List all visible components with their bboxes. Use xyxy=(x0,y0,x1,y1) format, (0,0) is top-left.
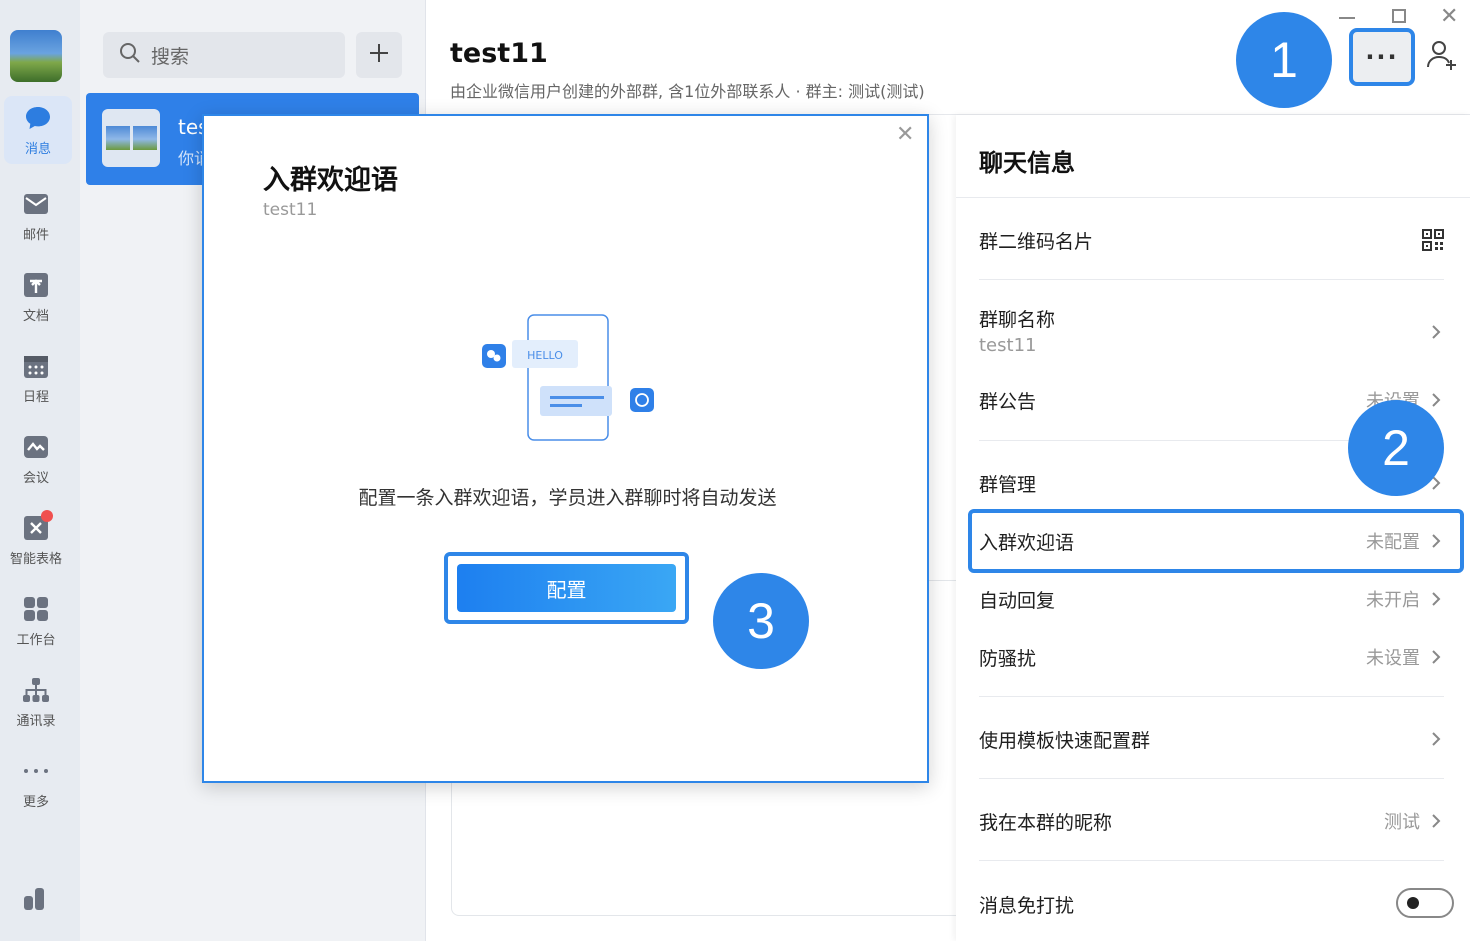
step-badge-3: 3 xyxy=(713,573,809,669)
rail-label: 消息 xyxy=(24,141,51,157)
panel-title: 聊天信息 xyxy=(979,149,1075,177)
welcome-row-highlight xyxy=(968,509,1464,573)
user-avatar[interactable] xyxy=(10,30,62,82)
rail-label: 智能表格 xyxy=(9,551,62,567)
row-label: 我在本群的昵称 xyxy=(979,811,1113,834)
chat-bubble-icon xyxy=(24,104,52,132)
calendar-icon xyxy=(22,352,50,380)
dialog-description: 配置一条入群欢迎语，学员进入群聊时将自动发送 xyxy=(358,487,777,509)
more-options-button[interactable]: ··· xyxy=(1349,28,1415,86)
step-badge-1: 1 xyxy=(1236,12,1332,108)
row-my-nickname[interactable]: 我在本群的昵称 测试 xyxy=(979,806,1444,836)
workbench-icon xyxy=(22,595,50,623)
rail-label: 更多 xyxy=(22,794,49,810)
rail-item-calendar[interactable]: 日程 xyxy=(0,342,72,414)
chevron-right-icon xyxy=(1428,323,1444,341)
divider xyxy=(979,778,1444,779)
group-name-value: test11 xyxy=(979,335,1037,356)
rail-item-docs[interactable]: 文档 xyxy=(0,261,72,333)
rail-label: 会议 xyxy=(22,470,49,486)
add-member-icon[interactable] xyxy=(1425,38,1459,72)
chevron-right-icon xyxy=(1428,648,1444,666)
maximize-icon[interactable] xyxy=(1392,9,1406,23)
plus-icon xyxy=(368,42,390,68)
bar-chart-icon[interactable] xyxy=(22,884,50,916)
row-group-name[interactable]: 群聊名称 xyxy=(979,305,1444,365)
more-dots-icon xyxy=(22,757,50,785)
row-label: 使用模板快速配置群 xyxy=(979,729,1151,752)
row-template-config[interactable]: 使用模板快速配置群 xyxy=(979,724,1444,754)
illustration-hello-text: HELLO xyxy=(527,349,563,362)
chat-title: test11 xyxy=(450,38,548,69)
row-label: 群二维码名片 xyxy=(979,230,1094,253)
rail-item-workbench[interactable]: 工作台 xyxy=(0,585,72,657)
row-anti-harassment[interactable]: 防骚扰 未设置 xyxy=(979,642,1444,672)
rail-item-messages[interactable]: 消息 xyxy=(4,96,72,164)
add-button[interactable] xyxy=(356,32,402,78)
row-value: 未设置 xyxy=(1366,648,1420,669)
chat-subtitle: 由企业微信用户创建的外部群, 含1位外部联系人 · 群主: 测试(测试) xyxy=(450,82,925,101)
welcome-illustration: HELLO xyxy=(482,314,654,441)
rail-label: 工作台 xyxy=(16,632,56,648)
mail-icon xyxy=(22,190,50,218)
chevron-right-icon xyxy=(1428,730,1444,748)
row-value: 测试 xyxy=(1384,812,1420,833)
mute-toggle[interactable] xyxy=(1396,888,1454,918)
meeting-icon xyxy=(22,433,50,461)
close-window-icon[interactable]: ✕ xyxy=(1440,6,1458,28)
search-input[interactable]: 搜索 xyxy=(103,32,345,78)
chevron-right-icon xyxy=(1428,812,1444,830)
ellipsis-icon: ··· xyxy=(1365,43,1399,71)
row-group-qr-card[interactable]: 群二维码名片 xyxy=(979,225,1444,255)
document-icon xyxy=(22,271,50,299)
rail-item-more[interactable]: 更多 xyxy=(0,747,72,819)
divider xyxy=(956,197,1470,198)
row-auto-reply[interactable]: 自动回复 未开启 xyxy=(979,584,1444,614)
rail-item-smart-table[interactable]: 智能表格 xyxy=(0,504,72,576)
notification-dot xyxy=(41,510,53,522)
contacts-icon xyxy=(22,676,50,704)
configure-button[interactable]: 配置 xyxy=(457,564,676,612)
minimize-icon[interactable] xyxy=(1339,17,1355,19)
row-label: 群聊名称 xyxy=(979,309,1056,331)
row-label: 消息免打扰 xyxy=(979,894,1075,917)
search-placeholder: 搜索 xyxy=(151,45,190,68)
welcome-message-dialog: ✕ 入群欢迎语 test11 HELLO 配置一条入群欢迎语，学员进入群聊时将自… xyxy=(202,114,929,783)
row-value: 未开启 xyxy=(1366,590,1420,611)
step-badge-2: 2 xyxy=(1348,400,1444,496)
close-icon[interactable]: ✕ xyxy=(896,122,914,147)
dialog-title: 入群欢迎语 xyxy=(263,165,398,196)
left-rail: 消息 邮件 文档 日程 会议 智能表格 工作台 通讯录 更多 xyxy=(0,0,80,941)
divider xyxy=(979,279,1444,280)
rail-item-contacts[interactable]: 通讯录 xyxy=(0,666,72,738)
dialog-subtitle: test11 xyxy=(263,200,318,220)
row-label: 群公告 xyxy=(979,390,1037,413)
rail-label: 文档 xyxy=(22,308,49,324)
divider xyxy=(979,860,1444,861)
rail-item-mail[interactable]: 邮件 xyxy=(0,180,72,252)
chevron-right-icon xyxy=(1428,590,1444,608)
row-label: 防骚扰 xyxy=(979,647,1037,670)
row-label: 群管理 xyxy=(979,473,1037,496)
chevron-right-icon xyxy=(1428,391,1444,409)
rail-label: 邮件 xyxy=(22,227,49,243)
row-mute-notifications: 消息免打扰 xyxy=(979,889,1444,919)
search-icon xyxy=(119,42,141,68)
divider xyxy=(979,696,1444,697)
rail-label: 日程 xyxy=(22,389,49,405)
row-label: 自动回复 xyxy=(979,589,1056,612)
rail-item-meeting[interactable]: 会议 xyxy=(0,423,72,495)
qr-code-icon xyxy=(1422,229,1444,251)
group-avatar xyxy=(102,109,160,167)
rail-label: 通讯录 xyxy=(16,713,56,729)
